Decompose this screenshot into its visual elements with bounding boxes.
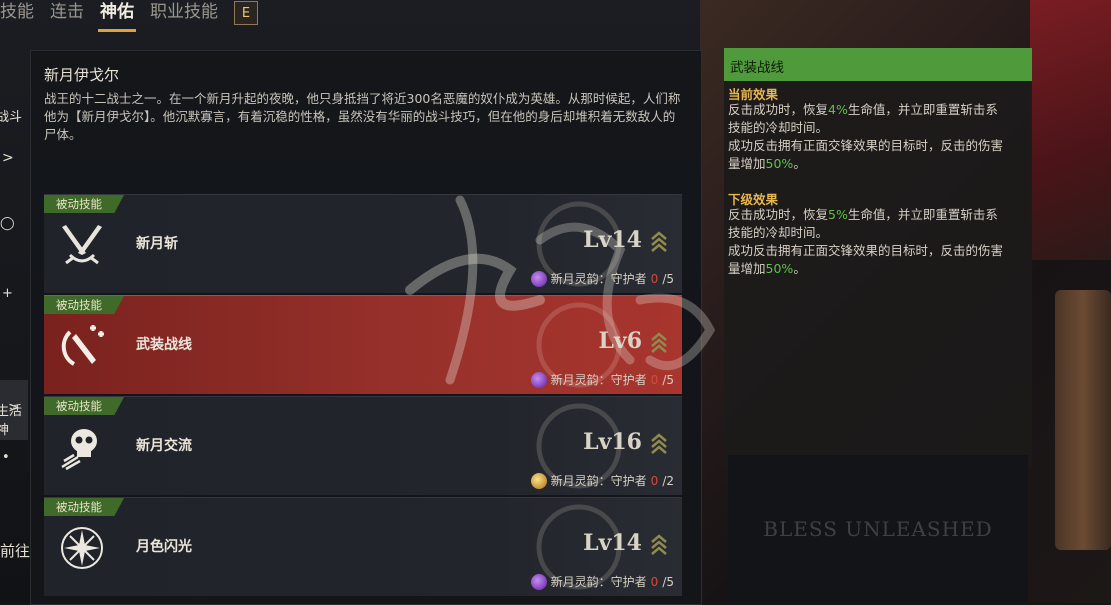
star-flash-icon xyxy=(54,520,110,576)
spirit-count-max: /5 xyxy=(662,372,674,387)
skill-row[interactable]: 被动技能 新月交流 Lv16 新月灵韵：守护者 0/2 xyxy=(44,396,682,495)
sidebar-item-label: 生活神 xyxy=(0,404,23,438)
top-tabs: 技能 连击 神佑 职业技能 E xyxy=(0,0,258,32)
sidebar-emblem-icon[interactable]: ◯ xyxy=(0,216,28,231)
spirit-label: 新月灵韵：守护者 xyxy=(550,575,647,589)
spirit-count-current: 0 xyxy=(650,473,659,488)
detail-header: 武装战线 xyxy=(724,48,1032,81)
left-sidebar: 战斗 > ◯ + > 生活神 • xyxy=(0,50,30,550)
game-logo-area: BLESS UNLEASHED xyxy=(728,455,1028,603)
skill-level: Lv6 xyxy=(598,328,642,354)
sidebar-item-battle[interactable]: 战斗 xyxy=(0,106,24,125)
next-heal-value: 5% xyxy=(828,207,848,222)
skill-row[interactable]: 被动技能 月色闪光 Lv14 新月灵韵：守护者 0/5 xyxy=(44,497,682,596)
skill-spirit: 新月灵韵：守护者 0/5 xyxy=(530,371,674,388)
god-description: 战王的十二战士之一。在一个新月升起的夜晚，他只身抵挡了将近300名恶魔的奴仆成为… xyxy=(44,91,681,142)
current-damage-value: 50% xyxy=(765,156,794,171)
skill-detail-panel: 武装战线 当前效果 反击成功时，恢复4%生命值，并立即重置斩击系 技能的冷却时间… xyxy=(724,48,1032,468)
hotkey-e-badge[interactable]: E xyxy=(234,1,258,25)
sidebar-arrow-icon[interactable]: > xyxy=(2,150,30,166)
next-effect-line: 反击成功时，恢复5%生命值，并立即重置斩击系 xyxy=(728,207,998,222)
rank-up-chevron-icon xyxy=(651,231,667,252)
god-name: 新月伊戈尔 xyxy=(44,66,120,84)
skill-name: 新月斩 xyxy=(136,236,178,252)
current-effect-line: 成功反击拥有正面交锋效果的目标时，反击的伤害 xyxy=(728,138,1004,153)
spirit-count-max: /2 xyxy=(662,473,674,488)
spirit-label: 新月灵韵：守护者 xyxy=(550,373,647,387)
next-effect-line: 量增加50%。 xyxy=(728,261,806,276)
skill-spirit: 新月灵韵：守护者 0/5 xyxy=(530,270,674,287)
skull-icon xyxy=(54,419,110,475)
spirit-label: 新月灵韵：守护者 xyxy=(550,474,647,488)
crescent-spirit-icon xyxy=(530,371,547,388)
current-heal-value: 4% xyxy=(828,102,848,117)
spirit-count-max: /5 xyxy=(662,574,674,589)
sidebar-dot-icon[interactable]: • xyxy=(2,450,30,465)
sidebar-plus-icon[interactable]: + xyxy=(2,286,30,301)
tab-blessing[interactable]: 神佑 xyxy=(92,0,142,32)
rank-up-chevron-icon xyxy=(651,332,667,353)
spirit-label: 新月灵韵：守护者 xyxy=(550,272,647,286)
current-effect-line: 反击成功时，恢复4%生命值，并立即重置斩击系 xyxy=(728,102,998,117)
spirit-count-current: 0 xyxy=(650,574,659,589)
tab-class-skills[interactable]: 职业技能 xyxy=(142,0,226,32)
next-effect-line: 成功反击拥有正面交锋效果的目标时，反击的伤害 xyxy=(728,243,1004,258)
skill-row[interactable]: 被动技能 新月斩 Lv14 新月灵韵：守护者 0/5 xyxy=(44,194,682,293)
go-to-button[interactable]: 前往 xyxy=(0,540,30,561)
skill-tag: 被动技能 xyxy=(44,296,124,314)
skill-row-selected[interactable]: 被动技能 武装战线 Lv6 新月灵韵：守护者 0/5 xyxy=(44,295,682,394)
skill-level: Lv16 xyxy=(583,429,642,455)
current-effect-line: 技能的冷却时间。 xyxy=(728,120,829,135)
spirit-count-current: 0 xyxy=(650,271,659,286)
background-tent xyxy=(1030,0,1111,260)
detail-title: 武装战线 xyxy=(730,60,784,76)
crescent-spirit-icon xyxy=(530,573,547,590)
sword-slash-icon xyxy=(54,318,110,374)
golden-spirit-icon xyxy=(530,472,547,489)
background-post xyxy=(1055,290,1111,550)
skill-level: Lv14 xyxy=(583,227,642,253)
skill-tag: 被动技能 xyxy=(44,397,124,415)
current-effect-line: 量增加50%。 xyxy=(728,156,806,171)
spirit-count-max: /5 xyxy=(662,271,674,286)
next-damage-value: 50% xyxy=(765,261,794,276)
skill-name: 武装战线 xyxy=(136,337,192,353)
rank-up-chevron-icon xyxy=(651,534,667,555)
sidebar-item-label: 战斗 xyxy=(0,110,23,125)
crossed-blades-icon xyxy=(54,217,110,273)
skill-name: 月色闪光 xyxy=(136,539,192,555)
game-logo: BLESS UNLEASHED xyxy=(763,517,993,541)
skill-tag: 被动技能 xyxy=(44,498,124,516)
skill-spirit: 新月灵韵：守护者 0/2 xyxy=(530,472,674,489)
sidebar-item-life[interactable]: 生活神 xyxy=(0,400,24,438)
rank-up-chevron-icon xyxy=(651,433,667,454)
spirit-count-current: 0 xyxy=(650,372,659,387)
skill-tag: 被动技能 xyxy=(44,195,124,213)
skill-level: Lv14 xyxy=(583,530,642,556)
tab-combo[interactable]: 连击 xyxy=(42,0,92,32)
tab-skills[interactable]: 技能 xyxy=(0,0,42,32)
crescent-spirit-icon xyxy=(530,270,547,287)
next-effect-line: 技能的冷却时间。 xyxy=(728,225,829,240)
skill-name: 新月交流 xyxy=(136,438,192,454)
skill-spirit: 新月灵韵：守护者 0/5 xyxy=(530,573,674,590)
